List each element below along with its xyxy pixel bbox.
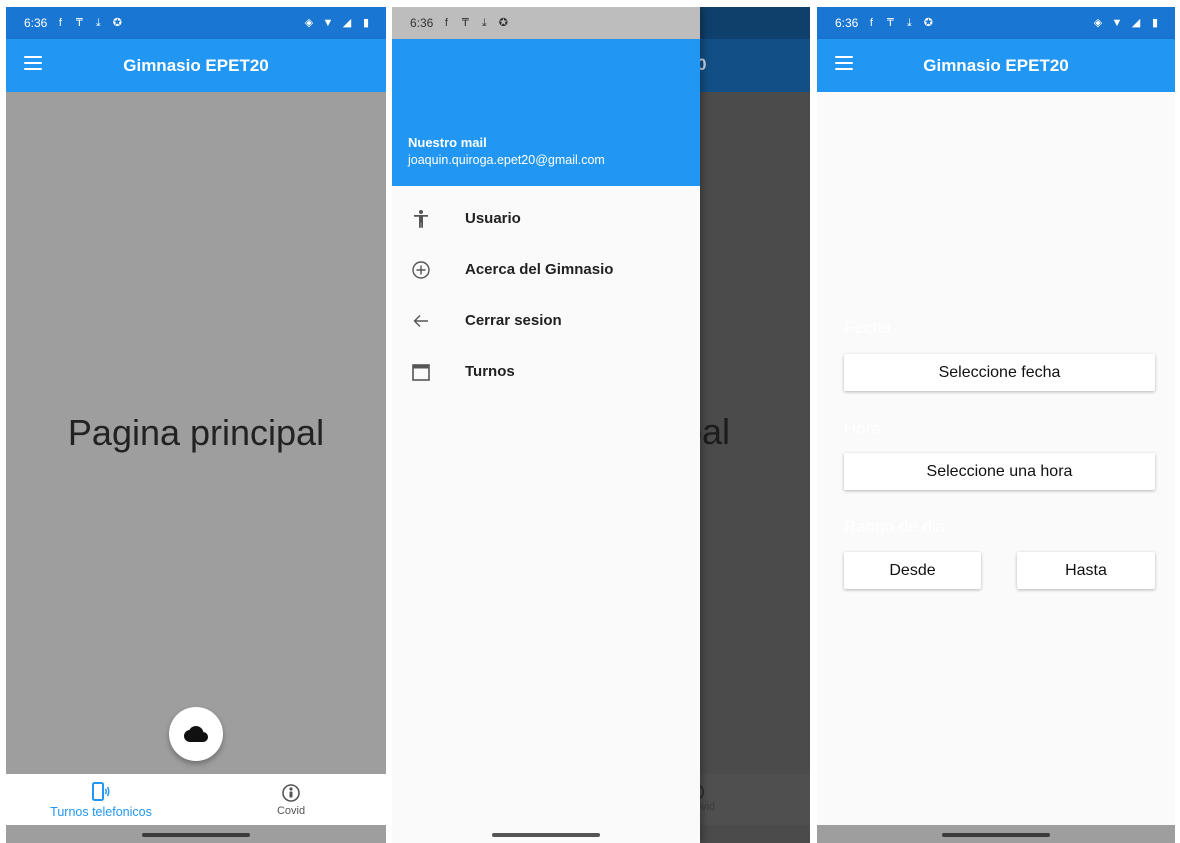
signal-icon: ◢: [342, 17, 352, 29]
accessibility-icon: [410, 208, 432, 230]
fecha-label: Fecha: [844, 318, 892, 337]
select-time-button[interactable]: Seleccione una hora: [844, 453, 1155, 490]
status-bar: 6:36 f ₸ ⤓ ✪: [392, 7, 700, 39]
tab-label: Covid: [276, 804, 306, 817]
app-notification-icon: ₸: [886, 17, 894, 29]
app-notification-icon: ₸: [461, 17, 469, 29]
phone-call-icon: [92, 781, 110, 801]
app-notification-icon: ₸: [75, 17, 83, 29]
drawer-menu: Usuario Acerca del Gimnasio Cerrar sesio…: [392, 193, 700, 397]
app-bar: Gimnasio EPET20: [817, 39, 1175, 92]
home-screen: 6:36 f ₸ ⤓ ✪ ◈ ▼ ◢ ▮ Gimnasio EPET20 Pag…: [6, 7, 386, 843]
drawer-item-usuario[interactable]: Usuario: [392, 193, 700, 244]
facebook-notification-icon: f: [444, 17, 448, 29]
cloud-fab-button[interactable]: [169, 707, 223, 761]
status-time: 6:36: [835, 16, 859, 30]
download-notification-icon: ⤓: [906, 17, 912, 29]
system-nav-bar: [817, 825, 1175, 843]
cloud-icon: [184, 726, 208, 742]
arrow-back-icon: [410, 310, 432, 332]
range-from-button[interactable]: Desde: [844, 552, 981, 589]
drawer-item-acerca-del-gimnasio[interactable]: Acerca del Gimnasio: [392, 244, 700, 295]
drawer-header: Nuestro mail joaquin.quiroga.epet20@gmai…: [392, 39, 700, 186]
app-bar: Gimnasio EPET20: [6, 39, 386, 92]
drawer-header-email: joaquin.quiroga.epet20@gmail.com: [408, 153, 605, 167]
system-nav-bar: [392, 825, 700, 843]
drawer-screen: 0 pal ovid 6:36 f ₸ ⤓ ✪ Nuestro mail joa…: [392, 7, 810, 843]
page-heading: Pagina principal: [67, 412, 325, 453]
facebook-notification-icon: f: [869, 17, 873, 29]
navigation-drawer: 6:36 f ₸ ⤓ ✪ Nuestro mail joaquin.quirog…: [392, 7, 700, 843]
status-bar: 6:36 f ₸ ⤓ ✪ ◈ ▼ ◢ ▮: [6, 7, 386, 39]
drawer-item-label: Turnos: [465, 363, 515, 380]
add-circle-icon: [410, 259, 432, 281]
app-title: Gimnasio EPET20: [923, 56, 1069, 75]
settings-notification-icon: ✪: [498, 17, 508, 29]
calendar-icon: [410, 361, 432, 383]
status-time: 6:36: [410, 16, 434, 30]
tab-turnos-telefonicos[interactable]: Turnos telefonicos: [6, 774, 196, 825]
select-date-button[interactable]: Seleccione fecha: [844, 354, 1155, 391]
hora-label: Hora: [844, 419, 881, 438]
drawer-item-cerrar-sesion[interactable]: Cerrar sesion: [392, 295, 700, 346]
range-to-button[interactable]: Hasta: [1017, 552, 1155, 589]
signal-icon: ◢: [1131, 17, 1141, 29]
form-content: Fecha Seleccione fecha Hora Seleccione u…: [817, 92, 1175, 825]
data-saver-icon: ◈: [304, 17, 314, 29]
tab-covid[interactable]: Covid: [196, 774, 386, 825]
battery-icon: ▮: [1151, 17, 1159, 29]
facebook-notification-icon: f: [58, 17, 62, 29]
system-nav-bar: [6, 825, 386, 843]
settings-notification-icon: ✪: [112, 17, 122, 29]
home-gesture-handle[interactable]: [142, 833, 250, 837]
settings-notification-icon: ✪: [923, 17, 933, 29]
arrow-right-icon: →: [992, 562, 1006, 578]
battery-icon: ▮: [362, 17, 370, 29]
download-notification-icon: ⤓: [481, 17, 487, 29]
main-content: Pagina principal: [6, 92, 386, 774]
data-saver-icon: ◈: [1093, 17, 1103, 29]
status-time: 6:36: [24, 16, 48, 30]
wifi-icon: ▼: [322, 17, 334, 29]
tab-label: Turnos telefonicos: [50, 804, 152, 819]
app-title: Gimnasio EPET20: [123, 56, 269, 75]
home-gesture-handle[interactable]: [942, 833, 1050, 837]
drawer-item-label: Cerrar sesion: [465, 312, 562, 329]
person-circle-icon: [282, 783, 300, 802]
download-notification-icon: ⤓: [95, 17, 101, 29]
home-gesture-handle[interactable]: [492, 833, 600, 837]
day-range-label: Rango de dia: [844, 517, 946, 536]
form-screen: 6:36 f ₸ ⤓ ✪ ◈ ▼ ◢ ▮ Gimnasio EPET20 Fec…: [817, 7, 1175, 843]
drawer-item-label: Acerca del Gimnasio: [465, 261, 614, 278]
wifi-icon: ▼: [1111, 17, 1123, 29]
bottom-navigation: Turnos telefonicos Covid: [6, 774, 386, 825]
status-bar: 6:36 f ₸ ⤓ ✪ ◈ ▼ ◢ ▮: [817, 7, 1175, 39]
drawer-item-label: Usuario: [465, 210, 521, 227]
drawer-item-turnos[interactable]: Turnos: [392, 346, 700, 397]
drawer-header-label: Nuestro mail: [408, 135, 487, 150]
